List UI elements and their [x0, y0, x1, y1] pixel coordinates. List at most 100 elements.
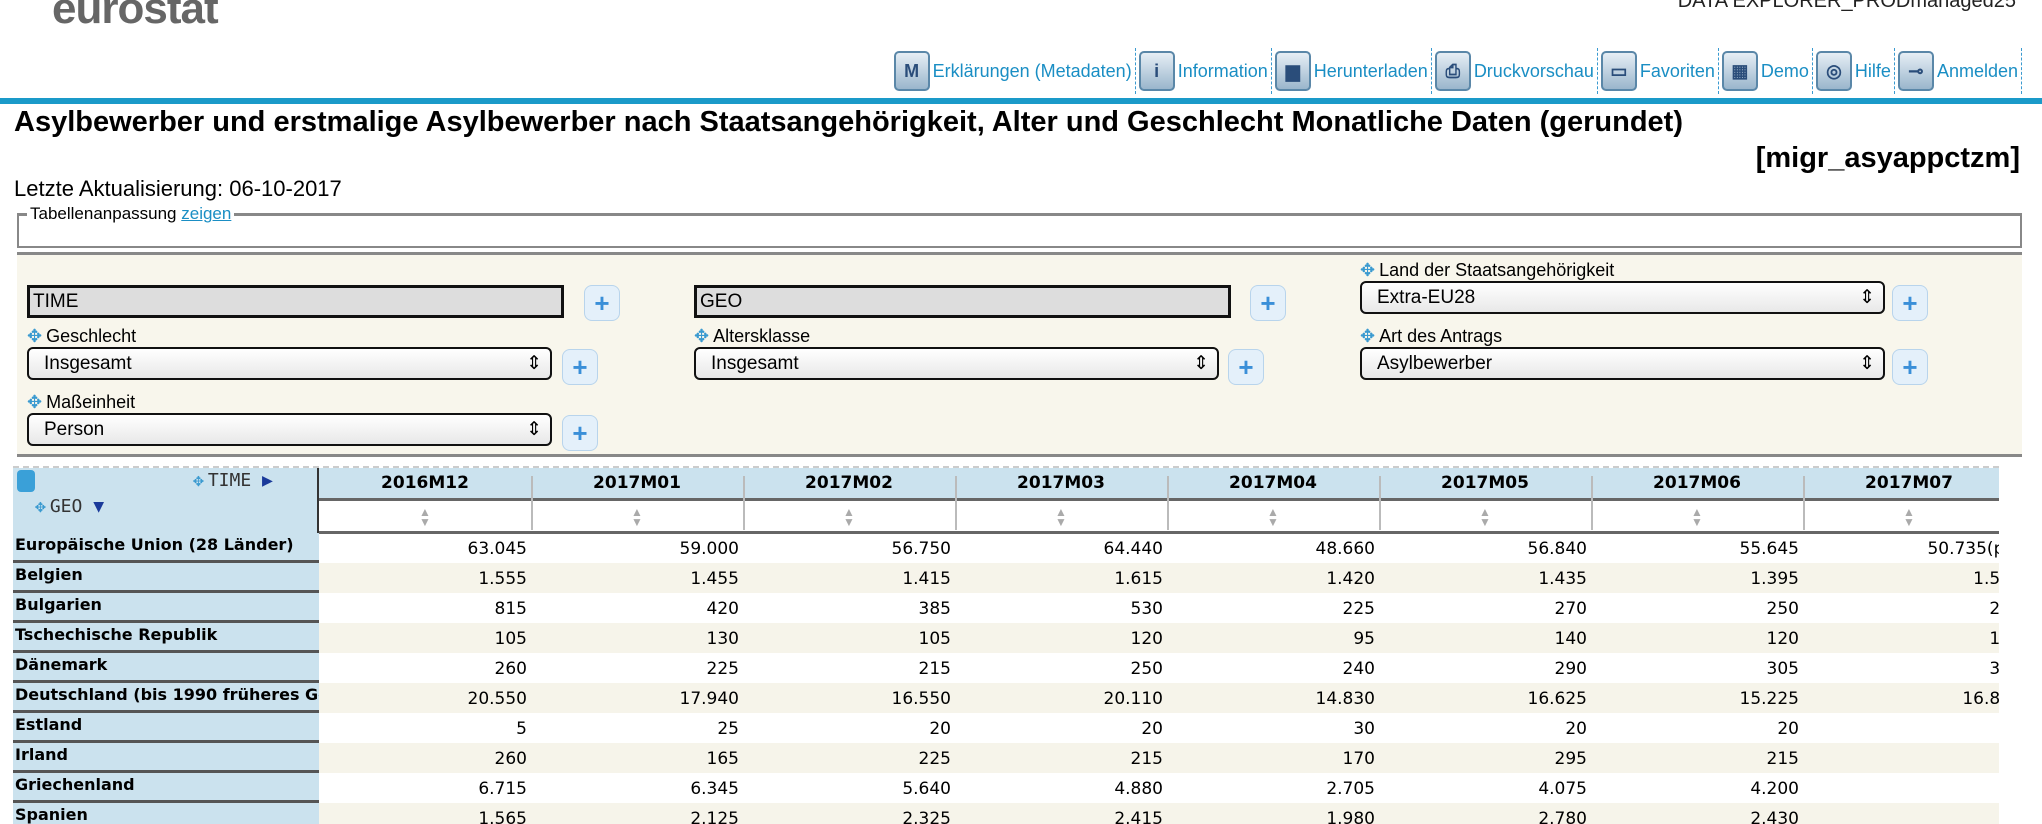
add-applicant-button[interactable]: +	[1892, 349, 1928, 385]
add-age-button[interactable]: +	[1228, 349, 1264, 385]
toolbar-film-button[interactable]: ▦ Demo	[1719, 48, 1813, 94]
geo-axis-label[interactable]: GEO	[50, 496, 83, 517]
table-cell: 56.750	[891, 539, 951, 559]
arrow-right-icon[interactable]: ▶	[262, 470, 273, 491]
table-row: Europäische Union (28 Länder) 63.045 59.00…	[13, 533, 1999, 563]
table-cell: 295	[1554, 749, 1587, 769]
table-cell: 165	[706, 749, 739, 769]
page-title: Asylbewerber und erstmalige Asylbewerber…	[14, 106, 1683, 138]
add-geo-button[interactable]: +	[1250, 285, 1286, 321]
table-cell: 5.640	[902, 779, 951, 799]
table-cell: 260	[494, 659, 527, 679]
column-header[interactable]: 2017M06	[1591, 468, 1803, 501]
table-cell: 225	[706, 659, 739, 679]
add-citizenship-button[interactable]: +	[1892, 285, 1928, 321]
toolbar-label: Anmelden	[1936, 60, 2018, 81]
table-cell: 17.940	[679, 689, 739, 709]
sort-icon[interactable]: ▲ ▼	[1167, 501, 1379, 533]
table-cell: 215	[918, 659, 951, 679]
age-select[interactable]: Insgesamt ⇕	[694, 347, 1219, 380]
move-icon[interactable]: ✥	[35, 496, 46, 517]
move-icon[interactable]: ✥	[27, 392, 42, 413]
pivot-icon[interactable]	[17, 470, 35, 492]
arrow-down-icon[interactable]: ▼	[93, 496, 104, 517]
sort-icon[interactable]: ▲ ▼	[531, 501, 743, 533]
add-time-button[interactable]: +	[584, 285, 620, 321]
row-header[interactable]: Spanien	[13, 803, 319, 824]
column-separator	[1803, 476, 1805, 530]
add-sex-button[interactable]: +	[562, 349, 598, 385]
toolbar-metadata-button[interactable]: M Erklärungen (Metadaten)	[891, 48, 1136, 94]
table-row: Bulgarien 815 420 385 530 225 270 25023	[13, 593, 1999, 623]
printer-icon: ⎙	[1434, 51, 1471, 91]
column-header[interactable]: 2016M12	[319, 468, 531, 501]
table-cell: 815	[494, 599, 527, 619]
column-header[interactable]: 2017M02	[743, 468, 955, 501]
sort-icon[interactable]: ▲ ▼	[1803, 501, 1999, 533]
toolbar-label: Hilfe	[1854, 60, 1891, 81]
sort-icon[interactable]: ▲ ▼	[1379, 501, 1591, 533]
citizenship-select[interactable]: Extra-EU28 ⇕	[1360, 281, 1885, 314]
move-icon[interactable]: ✥	[193, 470, 204, 491]
age-label: Altersklasse	[713, 325, 811, 346]
sex-select[interactable]: Insgesamt ⇕	[27, 347, 552, 380]
table-cell: 16.83	[1962, 689, 1999, 709]
move-icon[interactable]: ✥	[694, 326, 709, 347]
eurostat-logo[interactable]: eurostat	[52, 0, 219, 34]
toolbar-floppy-disk-button[interactable]: ▆ Herunterladen	[1272, 48, 1432, 94]
unit-select[interactable]: Person ⇕	[27, 413, 552, 446]
row-header[interactable]: Europäische Union (28 Länder)	[13, 533, 319, 563]
column-header[interactable]: 2017M07	[1803, 468, 1999, 501]
table-cell: 1.555	[478, 569, 527, 589]
add-unit-button[interactable]: +	[562, 415, 598, 451]
column-separator	[1167, 476, 1169, 530]
table-cell: 290	[1554, 659, 1587, 679]
table-cell: 56.840	[1527, 539, 1587, 559]
sort-icon[interactable]: ▲ ▼	[955, 501, 1167, 533]
table-cell: 305	[1766, 659, 1799, 679]
toolbar-info-button[interactable]: i Information	[1136, 48, 1272, 94]
citizenship-label: Land der Staatsangehörigkeit	[1379, 259, 1615, 280]
row-header[interactable]: Belgien	[13, 563, 319, 593]
sort-icon[interactable]: ▲ ▼	[1591, 501, 1803, 533]
table-cell: 385	[918, 599, 951, 619]
column-separator	[955, 476, 957, 530]
applicant-select[interactable]: Asylbewerber ⇕	[1360, 347, 1885, 380]
move-icon[interactable]: ✥	[1360, 326, 1375, 347]
move-icon[interactable]: ✥	[27, 326, 42, 347]
column-header[interactable]: 2017M01	[531, 468, 743, 501]
row-header[interactable]: Deutschland (bis 1990 früheres Gebiet de…	[13, 683, 319, 713]
column-header[interactable]: 2017M04	[1167, 468, 1379, 501]
table-cell: 420	[706, 599, 739, 619]
row-header[interactable]: Irland	[13, 743, 319, 773]
toolbar-printer-button[interactable]: ⎙ Druckvorschau	[1432, 48, 1598, 94]
table-cell: 20	[929, 719, 951, 739]
time-dimension-field: TIME	[27, 285, 564, 318]
table-cell: 1.415	[902, 569, 951, 589]
table-cell: 16.550	[891, 689, 951, 709]
table-cell: 170	[1342, 749, 1375, 769]
toolbar-key-button[interactable]: ⊸ Anmelden	[1895, 48, 2022, 94]
table-row: Griechenland 6.715 6.345 5.640 4.880 2.705 4.0…	[13, 773, 1999, 803]
column-separator	[531, 476, 533, 530]
row-header[interactable]: Bulgarien	[13, 593, 319, 623]
select-arrows-icon: ⇕	[526, 419, 542, 440]
column-header[interactable]: 2017M03	[955, 468, 1167, 501]
table-cell: 31	[1803, 653, 1999, 683]
table-cell: 105	[918, 629, 951, 649]
table-row: Tschechische Republik 105 130 105 120 95 140 12…	[13, 623, 1999, 653]
time-axis-label[interactable]: TIME	[208, 470, 251, 491]
row-header[interactable]: Griechenland	[13, 773, 319, 803]
sort-icon[interactable]: ▲ ▼	[743, 501, 955, 533]
show-customization-link[interactable]: zeigen	[181, 204, 231, 223]
move-icon[interactable]: ✥	[1360, 260, 1375, 281]
toolbar-lifebuoy-button[interactable]: ◎ Hilfe	[1813, 48, 1895, 94]
sort-icon[interactable]: ▲ ▼	[319, 501, 531, 533]
column-header[interactable]: 2017M05	[1379, 468, 1591, 501]
row-header[interactable]: Tschechische Republik	[13, 623, 319, 653]
table-row: Dänemark 260 225 215 250 240 290 30531	[13, 653, 1999, 683]
table-cell: 20	[1565, 719, 1587, 739]
toolbar-folder-button[interactable]: ▭ Favoriten	[1598, 48, 1719, 94]
row-header[interactable]: Dänemark	[13, 653, 319, 683]
row-header[interactable]: Estland	[13, 713, 319, 743]
